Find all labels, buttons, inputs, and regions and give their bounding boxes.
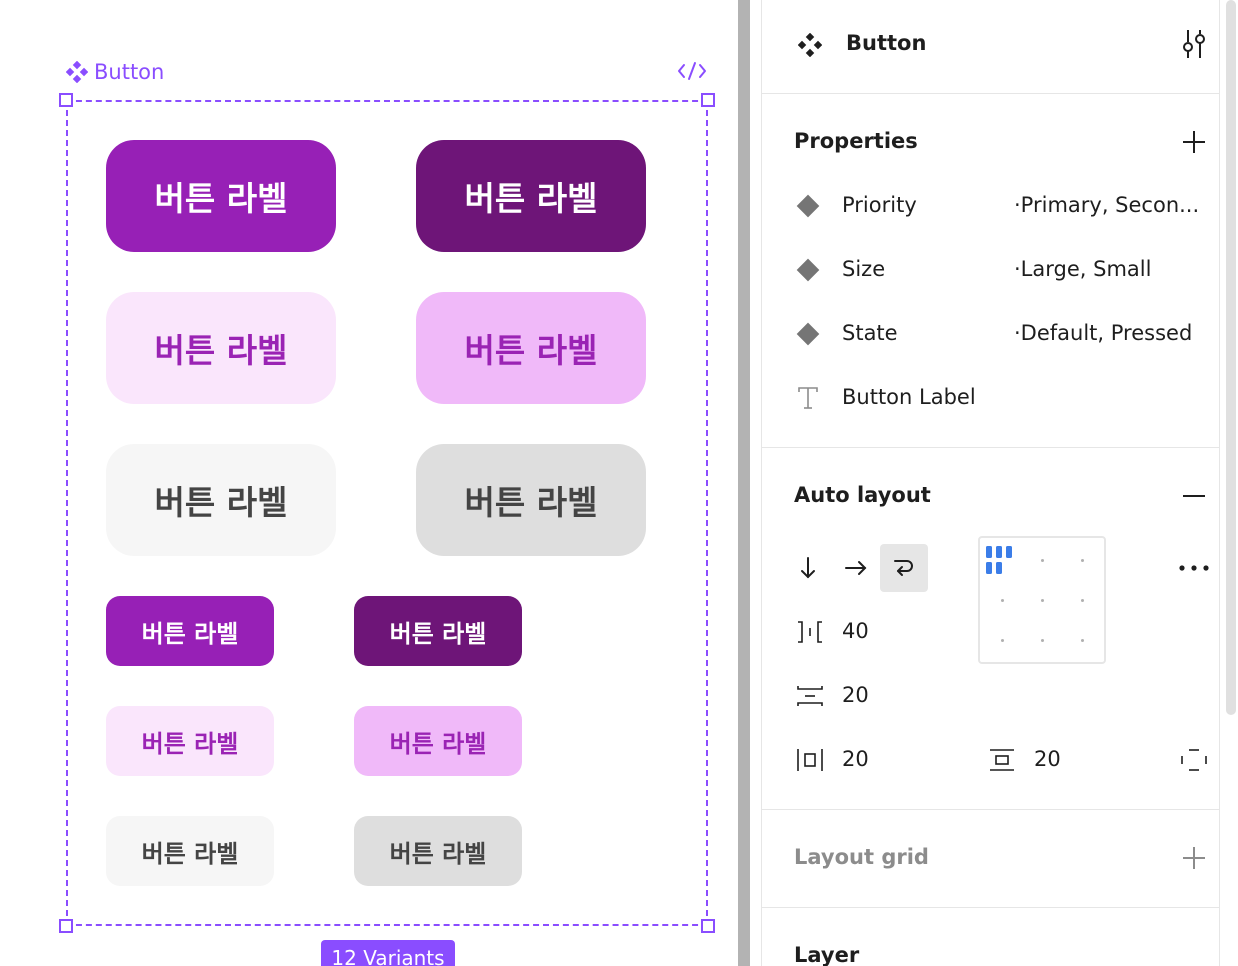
alignment-grid[interactable] <box>978 536 1106 664</box>
variants-count-badge: 12 Variants <box>321 940 455 966</box>
resize-handle-bottom-right[interactable] <box>701 919 715 933</box>
resize-handle-top-right[interactable] <box>701 93 715 107</box>
individual-padding-icon[interactable] <box>1180 748 1208 772</box>
property-name-button-label[interactable]: Button Label <box>842 385 976 409</box>
align-dot[interactable] <box>1081 559 1084 562</box>
section-divider <box>762 809 1220 810</box>
arrow-down-icon[interactable] <box>798 556 818 580</box>
more-icon[interactable] <box>1178 562 1210 574</box>
resize-handle-top-left[interactable] <box>59 93 73 107</box>
variant-primary-large-default[interactable]: 버튼 라벨 <box>106 140 336 252</box>
panel-scrollbar[interactable] <box>1226 0 1236 715</box>
plus-icon[interactable] <box>1182 130 1206 154</box>
wrap-icon[interactable] <box>892 556 916 580</box>
align-dot[interactable] <box>1041 559 1044 562</box>
adjust-icon[interactable] <box>1180 28 1208 60</box>
component-icon <box>66 61 88 83</box>
variant-secondary-small-default[interactable]: 버튼 라벨 <box>106 706 274 776</box>
variant-primary-small-default[interactable]: 버튼 라벨 <box>106 596 274 666</box>
component-set-name: Button <box>94 60 165 84</box>
variant-tertiary-small-pressed[interactable]: 버튼 라벨 <box>354 816 522 886</box>
section-divider <box>762 907 1220 908</box>
horizontal-gap-icon <box>798 621 822 643</box>
variant-property-icon <box>796 258 820 282</box>
property-value-size[interactable]: ·Large, Small <box>1014 257 1151 281</box>
vertical-padding-value[interactable]: 20 <box>1034 747 1061 771</box>
variant-primary-large-pressed[interactable]: 버튼 라벨 <box>416 140 646 252</box>
minus-icon[interactable] <box>1182 484 1206 508</box>
gap-value[interactable]: 40 <box>842 619 869 643</box>
variant-property-icon <box>796 322 820 346</box>
alignment-indicator-icon <box>986 546 1012 574</box>
code-icon[interactable] <box>676 58 708 84</box>
component-set-label[interactable]: Button <box>66 58 164 86</box>
panel-right-border <box>1219 0 1220 966</box>
vertical-gap-icon <box>797 686 823 706</box>
align-dot[interactable] <box>1041 599 1044 602</box>
section-divider <box>762 93 1220 94</box>
section-divider <box>762 447 1220 448</box>
canvas[interactable]: Button 버튼 라벨 버튼 라벨 버튼 라벨 버튼 라벨 버튼 라벨 버튼 … <box>0 0 738 966</box>
horizontal-padding-icon <box>797 749 823 771</box>
align-dot[interactable] <box>1001 599 1004 602</box>
component-icon <box>798 33 822 57</box>
align-dot[interactable] <box>1041 639 1044 642</box>
plus-icon[interactable] <box>1182 846 1206 870</box>
property-name-state[interactable]: State <box>842 321 898 345</box>
variant-tertiary-large-pressed[interactable]: 버튼 라벨 <box>416 444 646 556</box>
vertical-gap-value[interactable]: 20 <box>842 683 869 707</box>
variant-property-icon <box>796 194 820 218</box>
text-property-icon <box>798 387 818 409</box>
panel-divider[interactable] <box>738 0 750 966</box>
layout-grid-header: Layout grid <box>794 845 929 869</box>
variant-tertiary-small-default[interactable]: 버튼 라벨 <box>106 816 274 886</box>
property-value-state[interactable]: ·Default, Pressed <box>1014 321 1192 345</box>
variant-secondary-large-pressed[interactable]: 버튼 라벨 <box>416 292 646 404</box>
align-dot[interactable] <box>1081 599 1084 602</box>
auto-layout-header: Auto layout <box>794 483 931 507</box>
layer-header: Layer <box>794 943 860 966</box>
arrow-right-icon[interactable] <box>844 558 868 578</box>
align-dot[interactable] <box>1001 639 1004 642</box>
variant-secondary-large-default[interactable]: 버튼 라벨 <box>106 292 336 404</box>
resize-handle-bottom-left[interactable] <box>59 919 73 933</box>
property-name-size[interactable]: Size <box>842 257 885 281</box>
properties-panel: Button Properties Priority ·Primary, Sec… <box>750 0 1238 966</box>
variant-tertiary-large-default[interactable]: 버튼 라벨 <box>106 444 336 556</box>
panel-left-border <box>761 0 762 966</box>
variant-secondary-small-pressed[interactable]: 버튼 라벨 <box>354 706 522 776</box>
horizontal-padding-value[interactable]: 20 <box>842 747 869 771</box>
selection-title: Button <box>846 31 927 55</box>
align-dot[interactable] <box>1081 639 1084 642</box>
vertical-padding-icon <box>990 749 1014 771</box>
property-value-priority[interactable]: ·Primary, Secon... <box>1014 193 1199 217</box>
properties-header: Properties <box>794 129 918 153</box>
variant-primary-small-pressed[interactable]: 버튼 라벨 <box>354 596 522 666</box>
property-name-priority[interactable]: Priority <box>842 193 917 217</box>
